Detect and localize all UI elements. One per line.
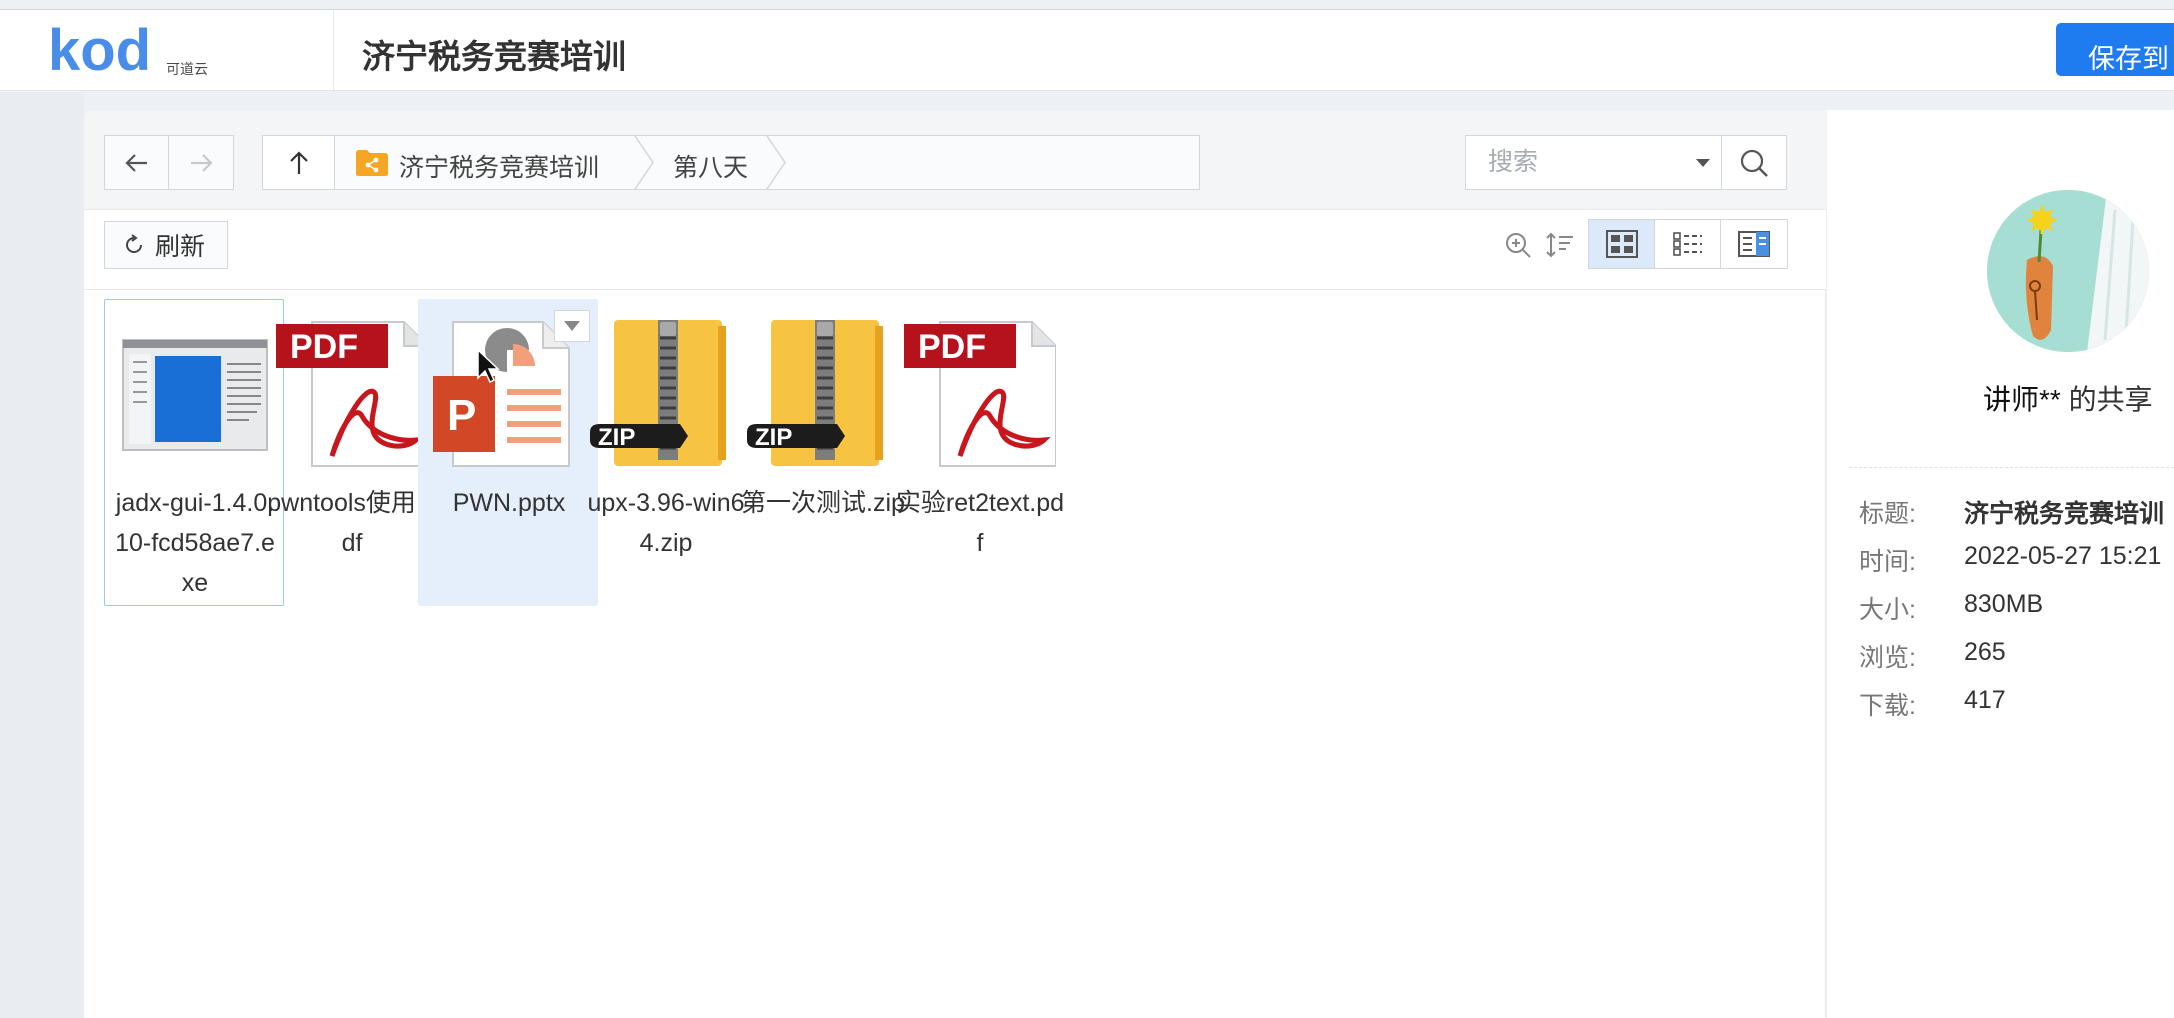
top-bar: kod 可道云 济宁税务竞赛培训 保存到 <box>0 9 2174 92</box>
breadcrumb: 济宁税务竞赛培训 第八天 <box>262 135 1200 190</box>
zip-file-icon: ZIP <box>590 316 742 468</box>
file-name: PWN.pptx <box>452 489 566 517</box>
sidebar-divider <box>1849 467 2174 468</box>
left-gutter <box>0 92 84 1018</box>
search-scope-dropdown[interactable] <box>1688 136 1718 189</box>
refresh-icon <box>126 234 142 253</box>
arrow-left-icon <box>124 153 147 172</box>
sort-icon <box>1546 232 1573 258</box>
save-to-button[interactable]: 保存到 <box>2056 23 2174 76</box>
file-name: 实验ret2text.pdf <box>895 489 1065 557</box>
zip-file-icon: ZIP <box>747 316 899 468</box>
info-value: 2022-05-27 15:21 <box>1964 542 2162 570</box>
svg-text:kod: kod <box>48 24 151 80</box>
file-panel: 济宁税务竞赛培训 第八天 搜索 刷新 jadx-gui-1.4.0.10-fcd… <box>84 110 1826 1018</box>
grid-view-icon <box>1605 230 1638 258</box>
back-button[interactable] <box>105 136 169 189</box>
exe-file-icon <box>119 316 271 468</box>
sharer-suffix: 的共享 <box>2060 384 2153 415</box>
arrow-right-icon <box>191 153 213 172</box>
info-value: 265 <box>1964 638 2006 666</box>
up-button[interactable] <box>263 136 335 189</box>
info-label: 标题: <box>1859 500 1916 528</box>
info-value: 830MB <box>1964 590 2044 618</box>
share-info-panel: 讲师** 的共享 标题: 济宁税务竞赛培训 时间: 2022-05-27 15:… <box>1827 110 2174 1018</box>
zoom-icon <box>1506 233 1531 258</box>
mouse-cursor-icon <box>477 348 500 384</box>
info-label: 时间: <box>1859 548 1916 576</box>
file-name: pwntools使用.pdf <box>267 489 437 557</box>
svg-text:ZIP: ZIP <box>755 424 792 451</box>
pdf-file-icon: PDF <box>276 316 429 468</box>
info-label: 大小: <box>1859 596 1916 624</box>
file-item[interactable]: jadx-gui-1.4.0.10-fcd58ae7.exe <box>104 299 284 606</box>
sharer-avatar[interactable] <box>1987 190 2149 352</box>
info-label: 浏览: <box>1859 644 1916 672</box>
arrow-up-icon <box>289 150 308 174</box>
svg-text:PDF: PDF <box>918 328 986 366</box>
search-input[interactable] <box>1466 136 1721 189</box>
zoom-button[interactable] <box>1496 223 1540 267</box>
info-value: 417 <box>1964 686 2006 714</box>
svg-text:ZIP: ZIP <box>598 424 635 451</box>
sort-button[interactable] <box>1538 223 1582 267</box>
search-box <box>1465 135 1787 190</box>
header-divider <box>333 10 334 92</box>
file-item[interactable]: PDF 实验ret2text.pdf <box>889 299 1069 606</box>
chevron-down-icon <box>1696 158 1710 167</box>
breadcrumb-item[interactable]: 济宁税务竞赛培训 <box>399 136 599 189</box>
navigation-toolbar: 济宁税务竞赛培训 第八天 <box>84 110 1826 210</box>
file-item[interactable]: PDF pwntools使用.pdf <box>261 299 441 606</box>
file-item[interactable]: ZIP 第一次测试.zip <box>732 299 912 606</box>
svg-text:可道云: 可道云 <box>166 62 208 78</box>
pdf-file-icon: PDF <box>904 316 1057 468</box>
search-button[interactable] <box>1721 136 1786 189</box>
refresh-label: 刷新 <box>155 233 206 261</box>
sharer-name[interactable]: 讲师** <box>1983 384 2061 415</box>
file-name: 第一次测试.zip <box>741 489 905 517</box>
split-view-icon <box>1738 231 1770 257</box>
breadcrumb-separator <box>634 136 654 189</box>
breadcrumb-separator <box>766 136 786 189</box>
search-icon <box>1740 149 1768 177</box>
forward-button[interactable] <box>169 136 233 189</box>
svg-text:P: P <box>447 391 476 440</box>
file-name: jadx-gui-1.4.0.10-fcd58ae7.exe <box>115 489 275 597</box>
file-item[interactable]: ZIP upx-3.96-win64.zip <box>575 299 755 606</box>
kod-logo[interactable]: kod 可道云 <box>48 18 298 83</box>
file-grid: jadx-gui-1.4.0.10-fcd58ae7.exe PDF pwnto… <box>104 299 1804 999</box>
view-mode-switcher <box>1588 219 1788 269</box>
share-title: 济宁税务竞赛培训 <box>362 38 626 75</box>
list-view-icon <box>1672 232 1702 256</box>
info-label: 下载: <box>1859 692 1916 720</box>
file-item[interactable]: P PWN.pptx <box>418 299 598 606</box>
file-name: upx-3.96-win64.zip <box>587 489 745 557</box>
svg-text:PDF: PDF <box>290 328 358 366</box>
grid-view-button[interactable] <box>1589 220 1655 268</box>
action-toolbar: 刷新 <box>84 210 1826 290</box>
info-value: 济宁税务竞赛培训 <box>1964 500 2165 528</box>
shared-folder-icon <box>356 150 388 176</box>
sharer-label: 讲师** 的共享 <box>1983 378 2153 418</box>
history-buttons <box>104 135 234 190</box>
list-view-button[interactable] <box>1655 220 1721 268</box>
split-view-button[interactable] <box>1721 220 1787 268</box>
refresh-button[interactable]: 刷新 <box>104 221 228 269</box>
breadcrumb-item[interactable]: 第八天 <box>673 136 748 189</box>
